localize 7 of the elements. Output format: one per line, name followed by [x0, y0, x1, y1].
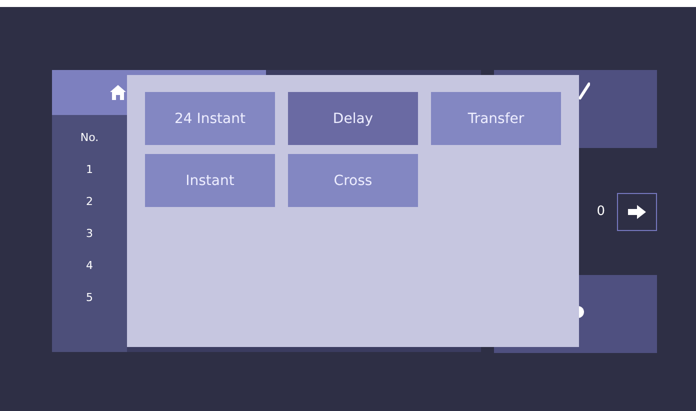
- column-header: No.: [80, 130, 99, 146]
- value-text: 0: [596, 204, 605, 219]
- row-number: 2: [86, 194, 93, 210]
- row-number: 1: [86, 162, 93, 178]
- row-number: 5: [86, 290, 93, 306]
- row-number: 3: [86, 226, 93, 242]
- row-number: 4: [86, 258, 93, 274]
